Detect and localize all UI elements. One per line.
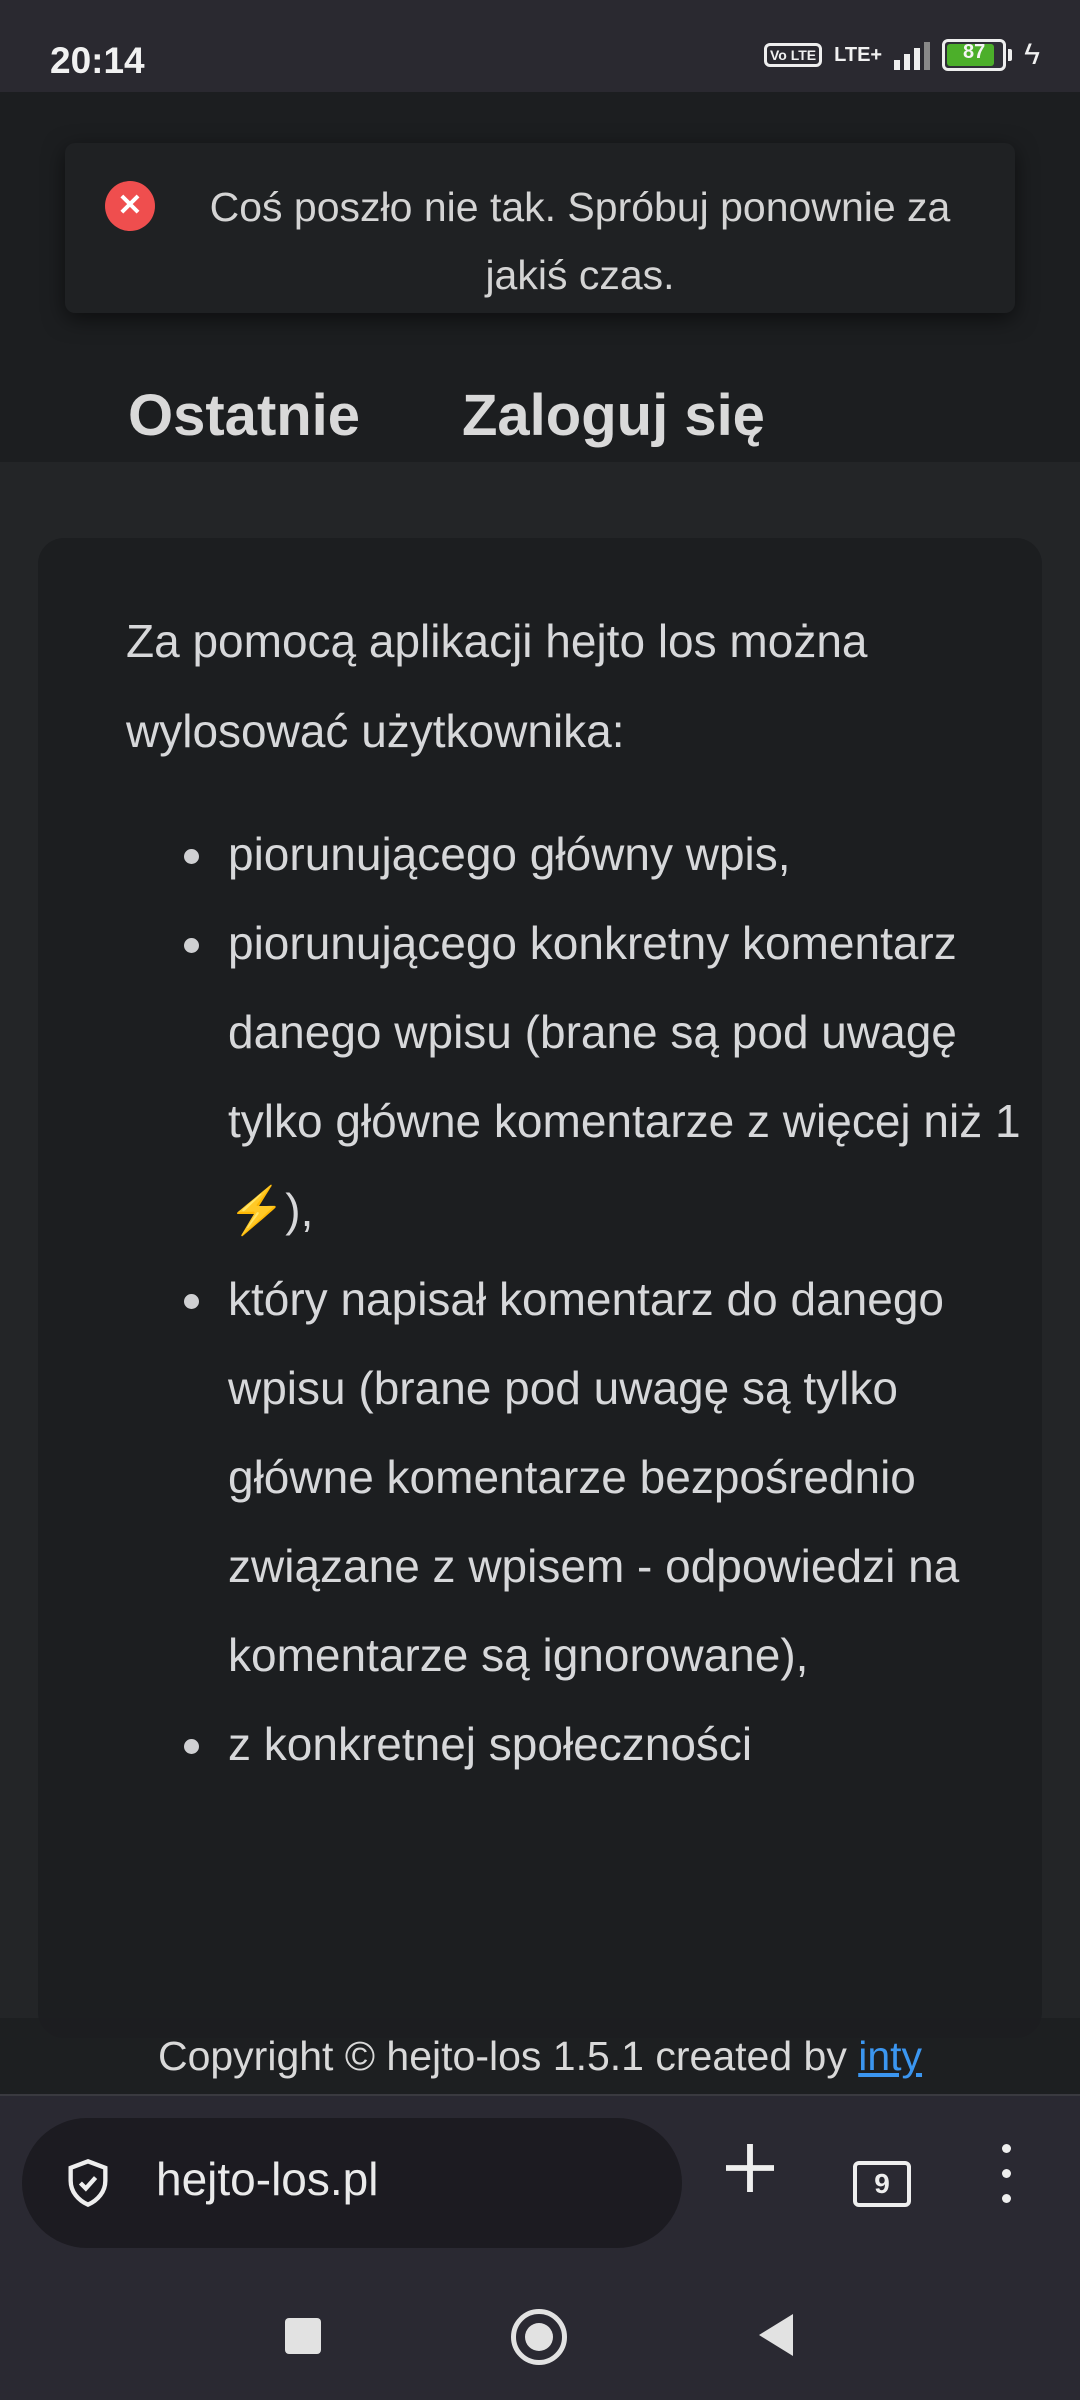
address-bar[interactable]: hejto-los.pl [22,2118,682,2248]
list-item: piorunującego główny wpis, [184,810,1028,899]
tabs-button[interactable]: 9 [853,2161,911,2207]
page-footer: Copyright © hejto-los 1.5.1 created by i… [0,2018,1080,2094]
shield-icon[interactable] [62,2157,114,2209]
info-card: Za pomocą aplikacji hejto los można wylo… [38,538,1042,2038]
nav-link-login[interactable]: Zaloguj się [462,382,765,449]
list-item: z konkretnej społeczności [184,1700,1028,1789]
status-bar: 20:14 Vo LTE LTE+ 87 ϟ [0,0,1080,92]
home-icon[interactable] [511,2309,567,2365]
url-text[interactable]: hejto-los.pl [156,2152,378,2206]
network-type-label: LTE+ [834,44,883,66]
footer-text: Copyright © hejto-los 1.5.1 created by i… [158,2033,922,2079]
browser-toolbar: hejto-los.pl 9 [0,2094,1080,2264]
list-item: piorunującego konkretny komentarz danego… [184,899,1028,1255]
charging-icon: ϟ [1024,38,1040,71]
author-link[interactable]: inty [858,2033,922,2079]
more-icon[interactable] [1002,2144,1012,2214]
toast-message: Coś poszło nie tak. Spróbuj ponownie za … [209,184,951,298]
copyright-text: Copyright © hejto-los 1.5.1 created by [157,2033,859,2079]
status-time: 20:14 [50,40,145,81]
back-icon[interactable] [755,2312,795,2358]
system-navigation-bar [0,2262,1080,2400]
signal-icon [894,40,931,70]
error-icon: ✕ [105,181,155,231]
battery-level: 87 [962,41,986,63]
volte-icon: Vo LTE [763,43,823,67]
error-toast[interactable]: ✕ Coś poszło nie tak. Spróbuj ponownie z… [65,143,1015,313]
plus-icon[interactable] [718,2136,782,2200]
battery-icon: 87 [942,39,1013,71]
nav-link-latest[interactable]: Ostatnie [128,382,360,449]
intro-text: Za pomocą aplikacji hejto los można wylo… [126,615,868,757]
list-item: który napisał komentarz do danego wpisu … [184,1255,1028,1700]
status-icons: Vo LTE LTE+ 87 ϟ [763,38,1040,72]
recents-icon[interactable] [285,2318,321,2354]
feature-list: piorunującego główny wpis, piorunującego… [126,810,1028,1789]
